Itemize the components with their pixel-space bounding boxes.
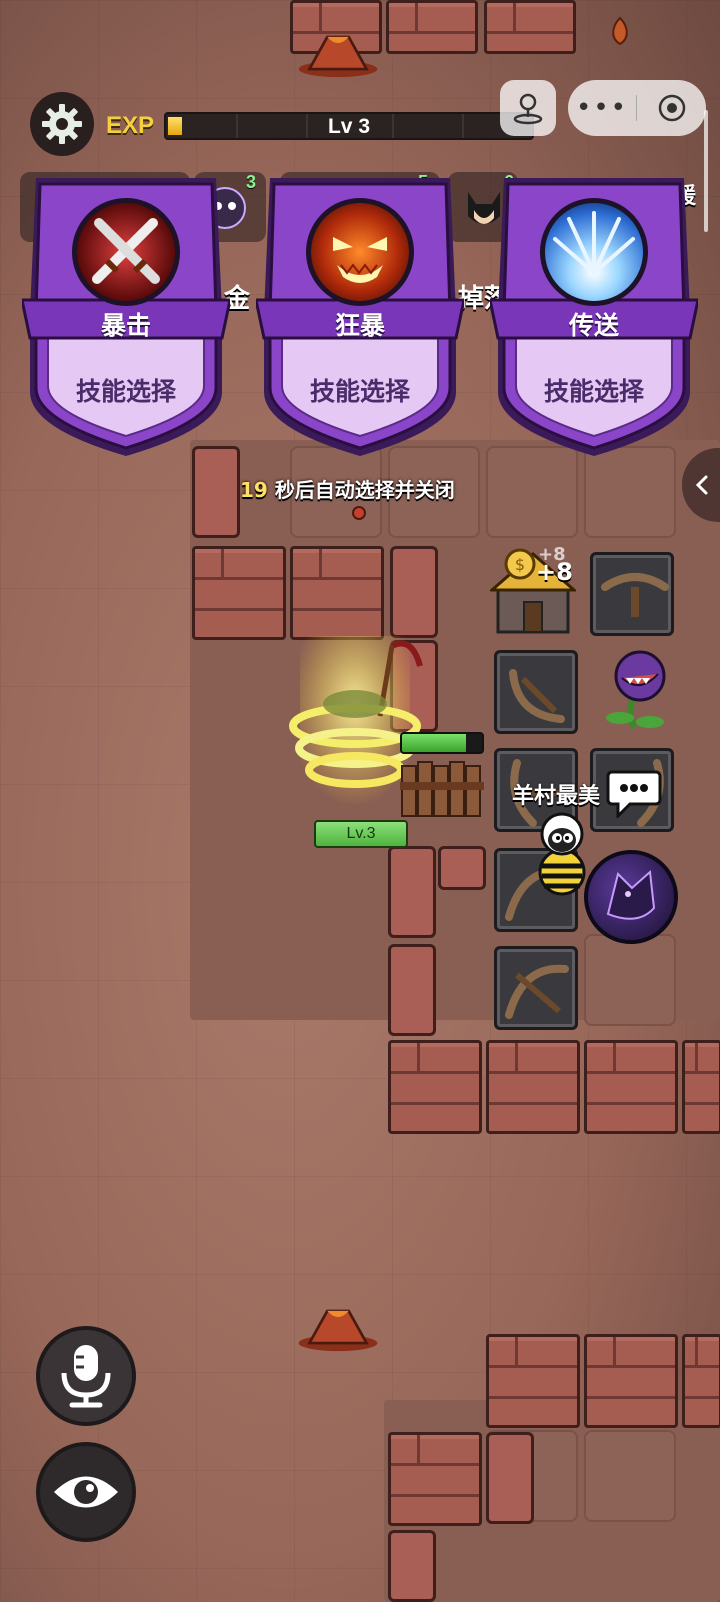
floor-tile	[584, 1430, 676, 1522]
piranha-plant-icon	[606, 650, 666, 730]
skill-card-crit[interactable]: 暴击 技能选择	[22, 172, 230, 462]
crossbow-icon	[601, 573, 669, 617]
auto-select-countdown: 19 秒后自动选择并关闭	[240, 474, 455, 503]
brick-wall	[386, 0, 478, 54]
crossbow-icon	[505, 964, 569, 1019]
level-text: Lv 3	[327, 115, 371, 138]
crossed-swords-icon	[92, 218, 160, 284]
skill-name: 暴击	[100, 311, 151, 340]
piranha-plant[interactable]	[596, 648, 676, 732]
brick-wall	[192, 546, 286, 640]
brick-wall	[486, 1334, 580, 1428]
wall-pillar	[390, 546, 438, 638]
exp-bar: Lv 3	[164, 112, 534, 140]
more-options-button[interactable]: •••	[568, 80, 636, 136]
eye-icon	[54, 1476, 118, 1508]
wall-pillar	[486, 1432, 534, 1524]
miniprogram-capsule: •••	[568, 80, 706, 136]
target-circle-icon	[658, 94, 685, 122]
crossbow-trap[interactable]	[494, 650, 578, 734]
skill-select-label: 技能选择	[543, 377, 644, 406]
wall-pillar	[388, 944, 436, 1036]
crossbow-icon	[509, 669, 565, 723]
brick-wall	[682, 1334, 720, 1428]
chevron-left-icon	[695, 475, 708, 495]
gear-icon	[42, 104, 82, 144]
brick-wall	[584, 1334, 678, 1428]
lava-volcano	[298, 1309, 378, 1352]
wall-pillar	[388, 846, 436, 938]
pickup-amount: +8	[536, 558, 573, 586]
slot-count: 3	[246, 172, 257, 192]
brick-wall	[388, 1432, 482, 1526]
player-level-badge: Lv.3	[314, 820, 408, 848]
wall-pillar	[388, 1530, 436, 1602]
scrollbar[interactable]	[704, 110, 708, 232]
brick-wall	[486, 1040, 580, 1134]
chat-bubble[interactable]	[606, 768, 662, 820]
exp-label: EXP	[106, 112, 155, 139]
wolf-head-icon	[606, 869, 656, 920]
skill-select-label: 技能选择	[75, 377, 176, 406]
close-miniprogram-button[interactable]	[637, 93, 706, 123]
microphone-icon	[61, 1345, 111, 1408]
rage-face-icon	[333, 237, 387, 283]
wooden-fence	[400, 758, 484, 818]
npc-chat-name: 羊村最美	[512, 784, 601, 809]
wall-pillar	[438, 846, 486, 890]
player-health-bar	[400, 732, 484, 754]
fire-sprout-icon	[612, 16, 628, 46]
wolf-skill-orb[interactable]	[584, 850, 678, 944]
voice-chat-button[interactable]	[36, 1326, 136, 1426]
brick-wall	[484, 0, 576, 54]
brick-wall	[388, 1040, 482, 1134]
svg-text:$: $	[515, 555, 525, 574]
skill-name: 传送	[568, 311, 619, 340]
brick-wall	[290, 546, 384, 640]
settings-button[interactable]	[30, 92, 94, 156]
joystick-button[interactable]	[500, 80, 556, 136]
brick-wall	[682, 1040, 720, 1134]
skill-name: 狂暴	[334, 311, 385, 340]
teleport-burst-icon	[553, 211, 635, 275]
skill-card-teleport[interactable]: 传送 技能选择	[490, 172, 698, 462]
joystick-icon	[513, 93, 543, 125]
crossbow-trap[interactable]	[590, 552, 674, 636]
chat-bubble-icon	[606, 770, 662, 820]
spectate-button[interactable]	[36, 1442, 136, 1542]
countdown-seconds: 19	[240, 478, 268, 502]
skill-card-rage[interactable]: 狂暴 技能选择	[256, 172, 464, 462]
lava-volcano	[298, 35, 378, 78]
skill-select-label: 技能选择	[309, 377, 410, 406]
brick-wall	[584, 1040, 678, 1134]
small-lava-drop	[352, 506, 366, 520]
floor-tile	[584, 934, 676, 1026]
game-stage: $ +8 +8 羊村最美 Lv.3 EXP Lv 3 ••• 3 金 掉落 暴击…	[0, 0, 720, 1602]
crossbow-trap[interactable]	[494, 946, 578, 1030]
countdown-text: 秒后自动选择并关闭	[274, 478, 455, 502]
